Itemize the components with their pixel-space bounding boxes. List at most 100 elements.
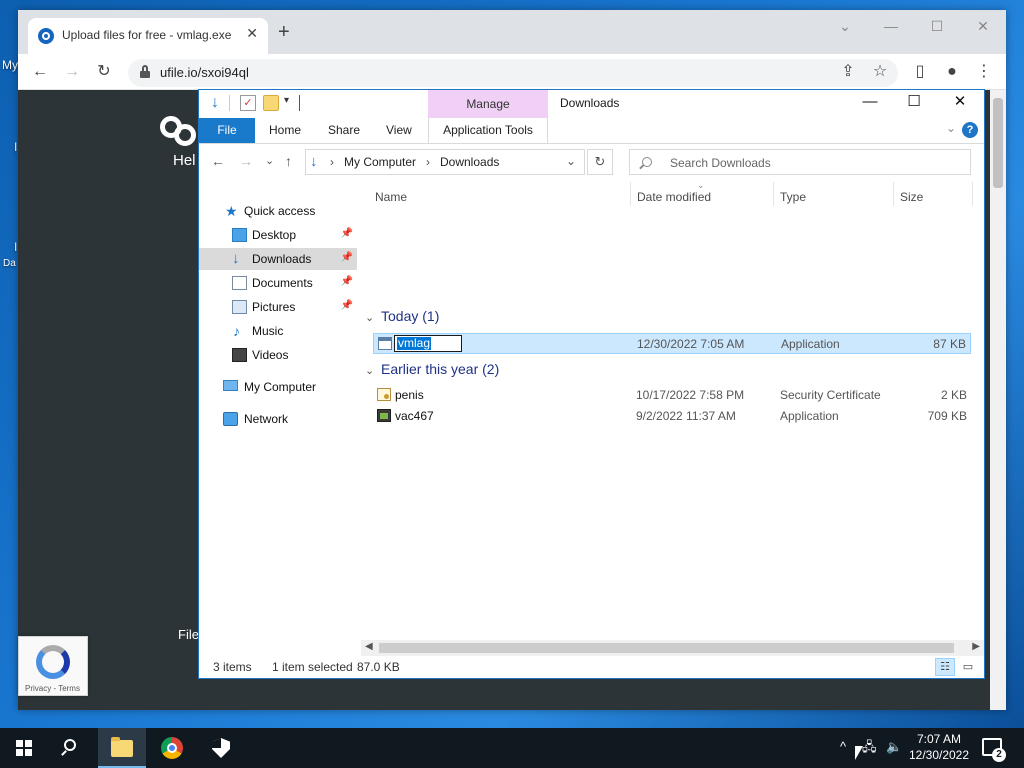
tab-search-chevron-icon[interactable]: ⌄ [822,16,868,36]
explorer-titlebar: ↓ ✓ ▾ Manage Downloads — ☐ ✕ [199,90,984,144]
side-panel-icon[interactable]: ▯ [908,60,932,84]
rename-selected-text[interactable]: vmlag [397,337,432,350]
clock[interactable]: 7:07 AM 12/30/2022 [904,731,974,763]
sidebar-item-label: Downloads [252,252,312,266]
tab-view[interactable]: View [386,123,412,137]
collapse-chevron-icon[interactable]: ⌄ [365,311,377,324]
pin-icon[interactable]: 📌 [341,228,353,239]
new-folder-icon[interactable] [263,95,279,111]
minimize-button[interactable]: — [868,16,914,36]
recaptcha-links[interactable]: Privacy - Terms [25,684,80,693]
url-text[interactable]: ufile.io/sxoi94ql [160,65,249,80]
tab-share[interactable]: Share [328,123,360,137]
tab-file[interactable]: File [199,118,255,143]
column-header-type[interactable]: Type [780,190,806,204]
close-window-button[interactable]: ✕ [937,90,983,116]
address-row: ← → ⌄ ↑ ↓ › My Computer › Downloads ⌄ ↻ … [199,146,984,178]
recaptcha-badge[interactable]: Privacy - Terms [18,636,88,696]
scroll-left-icon[interactable]: ◀ [365,641,373,652]
page-scrollbar[interactable] [990,90,1006,710]
address-bar[interactable]: ↓ › My Computer › Downloads ⌄ [305,149,585,175]
sidebar-item-documents[interactable]: Documents 📌 [199,272,357,294]
scrollbar-thumb[interactable] [379,643,954,653]
table-row[interactable]: penis 10/17/2022 7:58 PM Security Certif… [373,385,971,406]
sidebar-item-downloads[interactable]: ↓ Downloads 📌 [199,248,357,270]
sidebar-item-quick-access[interactable]: ★ Quick access [199,200,357,222]
profile-avatar-icon[interactable]: ● [940,60,964,84]
help-icon[interactable]: ? [962,122,978,138]
group-header-today[interactable]: ⌄ Today (1) [365,308,439,324]
page-scrollbar-thumb[interactable] [993,98,1003,188]
column-divider[interactable] [773,182,774,206]
maximize-button[interactable]: ☐ [914,16,960,36]
collapse-chevron-icon[interactable]: ⌄ [365,364,377,377]
sidebar-item-network[interactable]: Network [199,408,357,430]
start-button[interactable] [0,728,48,768]
qat-customize-icon[interactable]: ▾ [284,95,289,106]
close-tab-icon[interactable]: ✕ [246,25,258,42]
large-icons-view-icon[interactable]: ▭ [958,658,978,676]
expand-ribbon-chevron-icon[interactable]: ⌄ [946,121,956,135]
forward-button[interactable]: → [60,60,84,84]
sidebar-item-music[interactable]: ♪ Music [199,320,357,342]
address-bar[interactable]: ufile.io/sxoi94ql [128,59,898,87]
column-header-date-modified[interactable]: Date modified [637,190,711,204]
desktop-icon-label[interactable]: I [14,240,17,254]
maximize-button[interactable]: ☐ [891,90,937,116]
share-icon[interactable]: ⇪ [836,60,860,84]
close-window-button[interactable]: ✕ [960,16,1006,36]
address-dropdown-chevron-icon[interactable]: ⌄ [566,154,576,168]
back-button[interactable]: ← [211,153,225,169]
bookmark-star-icon[interactable]: ☆ [868,60,892,84]
sidebar-item-my-computer[interactable]: My Computer [199,376,357,398]
search-input[interactable]: Search Downloads [629,149,971,175]
sidebar-item-videos[interactable]: Videos [199,344,357,366]
taskbar-file-explorer[interactable] [98,728,146,768]
minimize-button[interactable]: — [847,90,893,116]
breadcrumb-my-computer[interactable]: My Computer [344,155,416,169]
rename-input[interactable]: vmlag [394,335,462,352]
lock-icon[interactable] [140,65,150,78]
column-divider[interactable] [972,182,973,206]
scroll-right-icon[interactable]: ▶ [972,641,980,652]
new-tab-button[interactable]: + [278,22,290,42]
breadcrumb-downloads[interactable]: Downloads [440,155,499,169]
column-header-name[interactable]: Name [375,190,407,204]
breadcrumb-separator[interactable]: › [426,155,430,169]
reload-button[interactable]: ↻ [92,60,116,84]
pin-icon[interactable]: 📌 [341,252,353,263]
recent-locations-chevron-icon[interactable]: ⌄ [265,153,274,169]
browser-tab[interactable]: Upload files for free - vmlag.exe ✕ [28,18,268,54]
desktop-icon-label[interactable]: My [2,58,18,72]
table-row[interactable]: vac467 9/2/2022 11:37 AM Application 709… [373,406,971,427]
network-tray-icon[interactable]: 🖧 [862,739,877,755]
table-row[interactable]: vmlag 12/30/2022 7:05 AM Application 87 … [373,333,971,354]
horizontal-scrollbar[interactable]: ◀ ▶ [361,640,984,656]
back-button[interactable]: ← [28,60,52,84]
sidebar-item-pictures[interactable]: Pictures 📌 [199,296,357,318]
pin-icon[interactable]: 📌 [341,276,353,287]
refresh-button[interactable]: ↻ [587,149,613,175]
menu-kebab-icon[interactable]: ⋮ [972,60,996,84]
volume-icon[interactable]: 🔈 [886,739,902,755]
tab-application-tools[interactable]: Application Tools [428,118,548,143]
desktop-icon-label[interactable]: I [14,140,17,154]
properties-check-icon[interactable]: ✓ [240,95,256,111]
forward-button[interactable]: → [239,153,253,169]
up-button[interactable]: ↑ [285,153,292,169]
taskbar-chrome[interactable] [148,728,196,768]
properties-down-arrow-icon[interactable]: ↓ [207,95,223,111]
taskbar-security[interactable] [197,728,245,768]
breadcrumb-separator[interactable]: › [330,155,334,169]
group-header-earlier-this-year[interactable]: ⌄ Earlier this year (2) [365,361,499,377]
desktop-icon-label[interactable]: Da [3,258,16,269]
tray-chevron-icon[interactable]: ^ [840,739,846,755]
details-view-icon[interactable]: ☷ [935,658,955,676]
pin-icon[interactable]: 📌 [341,300,353,311]
column-divider[interactable] [893,182,894,206]
taskbar-search-button[interactable] [48,728,96,768]
column-header-size[interactable]: Size [900,190,923,204]
tab-home[interactable]: Home [269,123,301,137]
column-divider[interactable] [630,182,631,206]
sidebar-item-desktop[interactable]: Desktop 📌 [199,224,357,246]
